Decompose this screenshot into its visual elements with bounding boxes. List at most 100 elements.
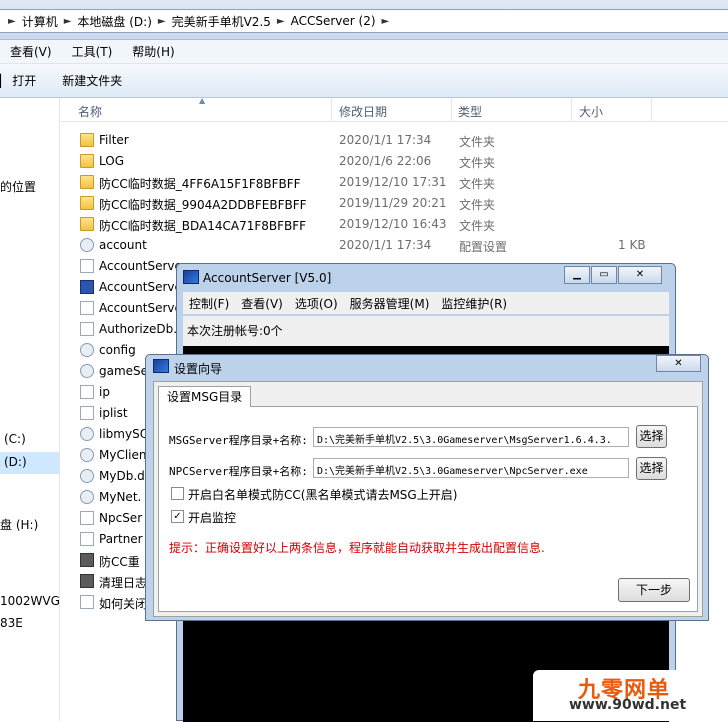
npc-path-field[interactable]: D:\完美新手单机V2.5\3.0Gameserver\NpcServer.ex… — [313, 458, 629, 478]
file-name: AccountServer — [99, 280, 187, 294]
setup-wizard-dialog: 设置向导 ✕ 设置MSG目录 MSGServer程序目录+名称: D:\完美新手… — [145, 354, 709, 621]
file-name: 如何关闭 — [99, 597, 148, 611]
tab-msg-directory[interactable]: 设置MSG目录 — [158, 386, 252, 407]
file-row[interactable]: 防CC临时数据_BDA14CA71F8BFBFF 2019/12/10 16:43… — [74, 214, 674, 235]
file-name: LOG — [99, 154, 125, 168]
column-size[interactable]: 大小 — [579, 103, 603, 120]
file-name: 防CC临时数据_4FF6A15F1F8BFBFF — [99, 177, 301, 191]
file-name: AccountServe — [99, 301, 182, 315]
menu-view[interactable]: 查看(V) — [235, 295, 289, 312]
folder-icon — [80, 154, 94, 168]
settings-file-icon — [80, 238, 94, 252]
file-name: account — [99, 238, 147, 252]
address-bar-area: ► 计算机 ► 本地磁盘 (D:) ► 完美新手单机V2.5 ► ACCServ… — [0, 0, 728, 40]
navigation-pane: 的位置 (C:) (D:) 盘 (H:) 1002WVG 83E — [0, 98, 60, 721]
nav-d-drive[interactable]: (D:) — [0, 452, 59, 474]
column-name[interactable]: 名称 — [78, 103, 102, 120]
whitelist-label: 开启白名单模式防CC(黑名单模式请去MSG上开启) — [188, 488, 458, 502]
close-button[interactable]: ✕ — [618, 266, 662, 284]
breadcrumb-current[interactable]: ACCServer (2) — [287, 14, 380, 28]
file-name: libmySQ — [99, 427, 150, 441]
npc-browse-button[interactable]: 选择 — [636, 457, 667, 480]
file-name: AccountServe — [99, 259, 182, 273]
nav-c-drive[interactable]: (C:) — [4, 432, 26, 446]
breadcrumb-computer[interactable]: 计算机 — [18, 13, 62, 30]
breadcrumb-folder[interactable]: 完美新手单机V2.5 — [168, 13, 275, 30]
file-type: 文件夹 — [459, 198, 496, 212]
nav-recent-places[interactable]: 的位置 — [0, 178, 36, 195]
whitelist-checkbox[interactable] — [171, 487, 184, 500]
application-icon — [80, 280, 94, 294]
nav-h-drive[interactable]: 盘 (H:) — [0, 516, 38, 533]
watermark-url: www.90wd.net — [569, 697, 687, 713]
column-divider[interactable] — [451, 98, 452, 122]
breadcrumb-drive[interactable]: 本地磁盘 (D:) — [73, 13, 155, 30]
monitor-label: 开启监控 — [188, 511, 237, 525]
file-name: 防CC临时数据_9904A2DDBFEBFBFF — [99, 198, 307, 212]
file-name: MyDb.d — [99, 469, 145, 483]
chevron-right-icon: ► — [381, 15, 390, 27]
settings-file-icon — [80, 343, 94, 357]
monitor-checkbox[interactable]: ✓ — [171, 510, 184, 523]
maximize-button[interactable]: ▭ — [591, 266, 617, 284]
file-name: MyNet. — [99, 490, 142, 504]
menu-tools[interactable]: 工具(T) — [62, 43, 123, 60]
minimize-button[interactable]: ▁ — [564, 266, 590, 284]
file-size: 1 KB — [618, 238, 646, 252]
file-name: gameSe — [99, 364, 149, 378]
menu-view[interactable]: 查看(V) — [0, 43, 62, 60]
column-type[interactable]: 类型 — [458, 103, 482, 120]
breadcrumb[interactable]: ► 计算机 ► 本地磁盘 (D:) ► 完美新手单机V2.5 ► ACCServ… — [0, 9, 728, 33]
file-row[interactable]: 防CC临时数据_4FF6A15F1F8BFBFF 2019/12/10 17:31… — [74, 172, 674, 193]
file-row[interactable]: LOG 2020/1/6 22:06 文件夹 — [74, 151, 674, 172]
document-icon — [80, 301, 94, 315]
command-bar: ▏ 打开 新建文件夹 — [0, 64, 728, 98]
document-icon — [80, 511, 94, 525]
file-type: 配置设置 — [459, 240, 508, 254]
close-button[interactable]: ✕ — [656, 355, 701, 372]
chevron-right-icon: ► — [8, 15, 16, 27]
file-row[interactable]: Filter 2020/1/1 17:34 文件夹 — [74, 130, 674, 151]
msg-browse-button[interactable]: 选择 — [636, 425, 667, 448]
app-icon — [183, 270, 199, 284]
accountserver-menu: 控制(F) 查看(V) 选项(O) 服务器管理(M) 监控维护(R) — [183, 292, 669, 314]
menu-help[interactable]: 帮助(H) — [122, 43, 184, 60]
document-icon — [80, 322, 94, 336]
folder-icon — [80, 133, 94, 147]
folder-icon — [80, 196, 94, 210]
registration-status: 本次注册帐号:0个 — [183, 316, 669, 346]
menu-control[interactable]: 控制(F) — [183, 295, 235, 312]
document-icon — [80, 406, 94, 420]
watermark-logo: 九零网单 www.90wd.net — [533, 670, 728, 721]
open-caret-icon: ▏ — [0, 74, 10, 88]
file-name: 防CC临时数据_BDA14CA71F8BFBFF — [99, 219, 307, 233]
file-row[interactable]: 防CC临时数据_9904A2DDBFEBFBFF 2019/11/29 20:21… — [74, 193, 674, 214]
nav-network-host-2[interactable]: 83E — [0, 616, 23, 630]
file-date: 2020/1/1 17:34 — [339, 133, 432, 147]
file-type: 文件夹 — [459, 177, 496, 191]
file-type: 文件夹 — [459, 135, 496, 149]
app-icon — [153, 359, 169, 373]
open-button[interactable]: ▏ 打开 — [0, 72, 36, 89]
menu-options[interactable]: 选项(O) — [289, 295, 344, 312]
folder-icon — [80, 217, 94, 231]
file-date: 2019/12/10 17:31 — [339, 175, 447, 189]
file-row[interactable]: account 2020/1/1 17:34 配置设置 1 KB — [74, 235, 674, 256]
new-folder-button[interactable]: 新建文件夹 — [62, 72, 122, 89]
settings-file-icon — [80, 364, 94, 378]
column-date[interactable]: 修改日期 — [339, 103, 387, 120]
column-divider[interactable] — [651, 98, 652, 122]
chevron-right-icon: ► — [157, 15, 166, 27]
file-type: 文件夹 — [459, 219, 496, 233]
dialog-title: 设置向导 — [174, 362, 223, 376]
nav-network-host[interactable]: 1002WVG — [0, 594, 60, 608]
msg-path-field[interactable]: D:\完美新手单机V2.5\3.0Gameserver\MsgServer1.6… — [313, 427, 629, 447]
column-divider[interactable] — [331, 98, 332, 122]
column-divider[interactable] — [571, 98, 572, 122]
document-icon — [80, 595, 94, 609]
next-button[interactable]: 下一步 — [618, 578, 690, 602]
file-name: 防CC重 — [99, 555, 140, 569]
settings-file-icon — [80, 448, 94, 462]
menu-monitoring[interactable]: 监控维护(R) — [435, 295, 513, 312]
menu-server-management[interactable]: 服务器管理(M) — [344, 295, 436, 312]
